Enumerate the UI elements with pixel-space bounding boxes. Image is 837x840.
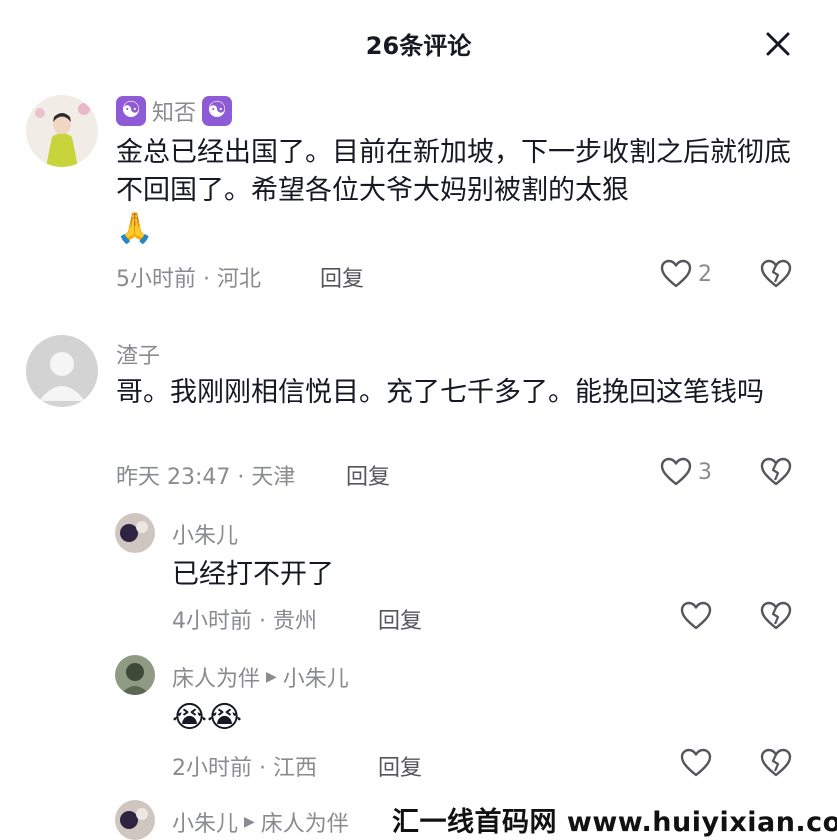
reply-username[interactable]: 小朱儿 <box>172 518 238 550</box>
dislike-button[interactable] <box>760 601 792 631</box>
like-button[interactable]: 3 <box>660 457 712 487</box>
broken-heart-icon <box>760 259 792 289</box>
reply-username[interactable]: 床人为伴 ▶ 小朱儿 <box>172 661 349 693</box>
close-icon[interactable] <box>760 26 796 62</box>
like-button[interactable] <box>680 748 712 778</box>
comment-meta: 5小时前 · 河北 <box>116 261 261 293</box>
comment-username[interactable]: ☯ 知否 ☯ <box>116 95 232 127</box>
reply-meta: 4小时前 · 贵州 <box>172 603 317 635</box>
comments-title: 26条评论 <box>0 26 837 61</box>
like-button[interactable] <box>680 601 712 631</box>
reply-button[interactable]: 回复 <box>320 261 364 293</box>
avatar[interactable] <box>115 800 155 840</box>
like-button[interactable]: 2 <box>660 259 712 289</box>
reply-to-username: 小朱儿 <box>283 661 349 693</box>
username-text: 渣子 <box>116 338 160 370</box>
comment-meta: 昨天 23:47 · 天津 <box>116 459 295 491</box>
play-arrow-icon: ▶ <box>266 669 277 685</box>
reply-emoji: 😭😭 <box>172 699 242 737</box>
pray-emoji: 🙏 <box>116 211 153 246</box>
dislike-button[interactable] <box>760 748 792 778</box>
heart-icon <box>680 748 712 778</box>
reply-meta: 2小时前 · 江西 <box>172 750 317 782</box>
reply-button[interactable]: 回复 <box>378 750 422 782</box>
heart-icon <box>660 457 692 487</box>
dislike-button[interactable] <box>760 259 792 289</box>
comment-username[interactable]: 渣子 <box>116 338 160 370</box>
yin-yang-icon: ☯ <box>116 96 146 126</box>
broken-heart-icon <box>760 457 792 487</box>
like-count: 2 <box>698 262 712 287</box>
username-text: 床人为伴 <box>172 661 260 693</box>
username-text: 知否 <box>152 95 196 127</box>
heart-icon <box>660 259 692 289</box>
username-text: 小朱儿 <box>172 806 238 838</box>
avatar[interactable] <box>26 335 98 407</box>
avatar[interactable] <box>26 95 98 167</box>
reply-button[interactable]: 回复 <box>378 603 422 635</box>
dislike-button[interactable] <box>760 457 792 487</box>
play-arrow-icon: ▶ <box>244 814 255 830</box>
broken-heart-icon <box>760 601 792 631</box>
yin-yang-icon: ☯ <box>202 96 232 126</box>
watermark-text: 汇一线首码网 www.huiyixian.com <box>392 800 837 839</box>
avatar[interactable] <box>115 655 155 695</box>
reply-button[interactable]: 回复 <box>346 459 390 491</box>
heart-icon <box>680 601 712 631</box>
avatar[interactable] <box>115 513 155 553</box>
username-text: 小朱儿 <box>172 518 238 550</box>
reply-text: 已经打不开了 <box>172 556 772 594</box>
comment-text: 哥。我刚刚相信悦目。充了七千多了。能挽回这笔钱吗 <box>116 374 796 412</box>
comment-text: 金总已经出国了。目前在新加坡，下一步收割之后就彻底不回国了。希望各位大爷大妈别被… <box>116 134 796 249</box>
like-count: 3 <box>698 460 712 485</box>
reply-username[interactable]: 小朱儿 ▶ 床人为伴 <box>172 806 349 838</box>
reply-to-username: 床人为伴 <box>261 806 349 838</box>
broken-heart-icon <box>760 748 792 778</box>
